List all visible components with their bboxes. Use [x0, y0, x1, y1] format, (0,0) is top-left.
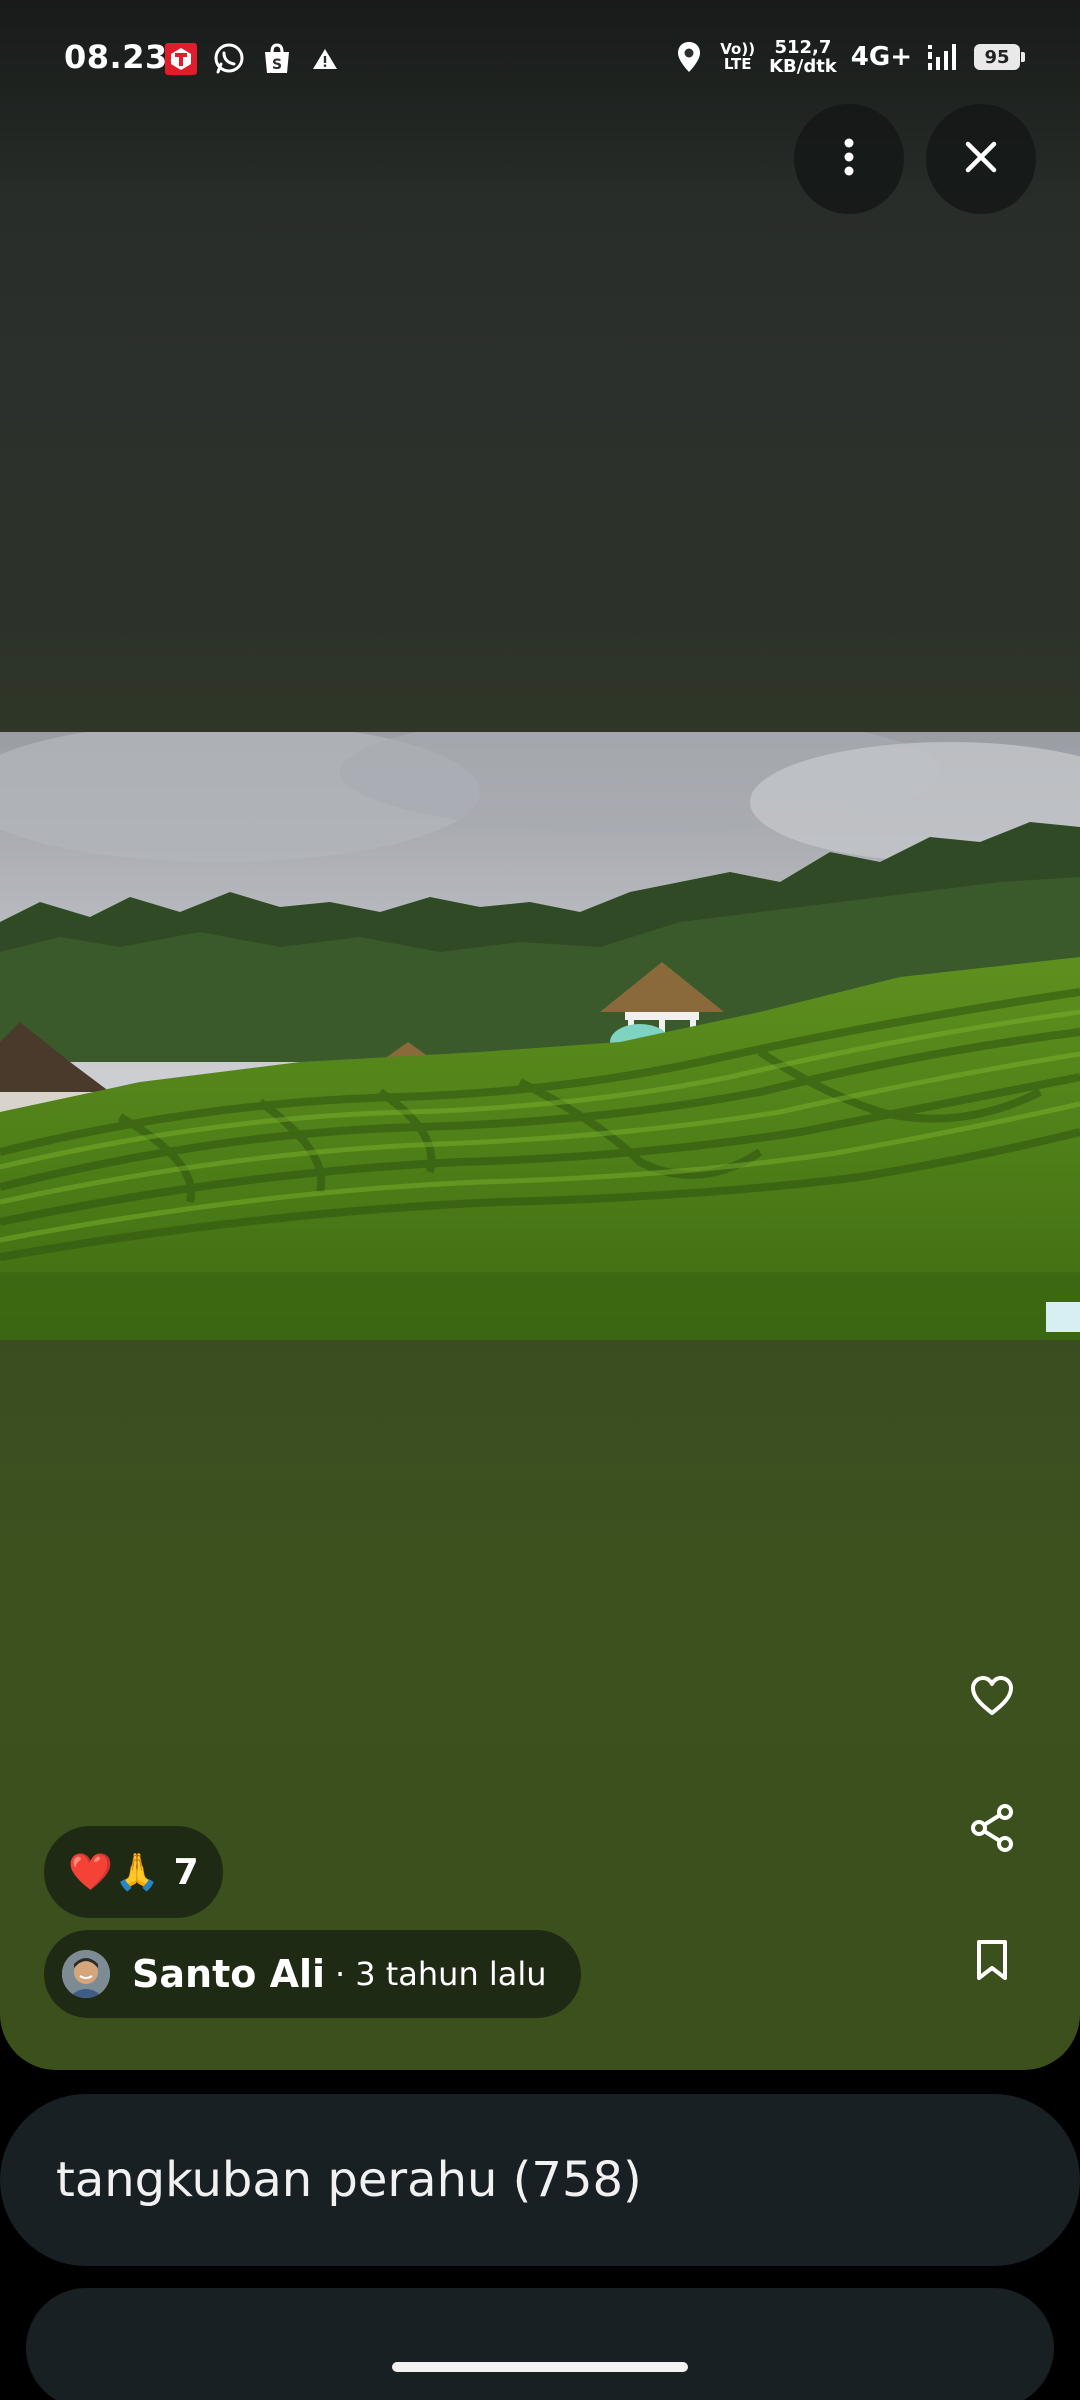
heart-outline-icon [969, 1675, 1015, 1721]
status-bar: 08.23 S Vo)) LTE 512,7 KB/dtk 4G+ 95 [0, 0, 1080, 120]
like-button[interactable] [956, 1662, 1028, 1734]
pray-emoji: 🙏 [114, 1852, 160, 1893]
shopee-icon: S [260, 42, 294, 76]
network-type: 4G+ [850, 42, 912, 72]
heart-emoji: ❤️ [68, 1852, 113, 1893]
reactions-pill[interactable]: ❤️ 🙏 7 [44, 1826, 223, 1918]
battery-level: 95 [984, 46, 1010, 68]
gesture-nav-handle[interactable] [392, 2362, 688, 2372]
signal-icon [926, 40, 960, 74]
post-time: 3 tahun lalu [355, 1955, 547, 1993]
next-album-card[interactable] [26, 2288, 1054, 2400]
share-icon [970, 1804, 1014, 1856]
reaction-count: 7 [173, 1851, 199, 1893]
network-speed-unit: KB/dtk [769, 56, 837, 77]
save-button[interactable] [956, 1926, 1028, 1998]
share-button[interactable] [956, 1794, 1028, 1866]
network-speed: 512,7 KB/dtk [769, 38, 837, 76]
battery-indicator: 95 [974, 44, 1025, 70]
warning-icon [308, 42, 342, 76]
author-separator: · [335, 1955, 346, 1993]
photo-viewer-screen: 08.23 S Vo)) LTE 512,7 KB/dtk 4G+ 95 ❤️ … [0, 0, 1080, 2400]
whatsapp-icon [212, 42, 246, 76]
network-speed-value: 512,7 [774, 37, 832, 58]
close-icon [964, 140, 998, 178]
more-vert-icon [843, 137, 855, 181]
more-options-button[interactable] [794, 104, 904, 214]
close-button[interactable] [926, 104, 1036, 214]
author-pill[interactable]: Santo Ali · 3 tahun lalu [44, 1930, 581, 2018]
album-card[interactable]: tangkuban perahu (758) [0, 2094, 1080, 2266]
status-time: 08.23 [64, 38, 168, 76]
location-icon [672, 40, 706, 74]
lte-label: LTE [723, 55, 752, 73]
notification-icons: S [164, 42, 342, 76]
photo-image[interactable] [0, 732, 1080, 1340]
album-title: tangkuban perahu (758) [56, 2152, 642, 2208]
telkomsel-app-icon [164, 42, 198, 76]
media-viewer[interactable]: 08.23 S Vo)) LTE 512,7 KB/dtk 4G+ 95 ❤️ … [0, 0, 1080, 2070]
bookmark-icon [975, 1939, 1009, 1985]
svg-text:S: S [272, 57, 282, 73]
avatar [62, 1950, 110, 1998]
reaction-emojis: ❤️ 🙏 [68, 1851, 160, 1893]
author-name: Santo Ali [132, 1952, 326, 1996]
system-status-icons: Vo)) LTE 512,7 KB/dtk 4G+ 95 [672, 38, 1025, 76]
volte-indicator: Vo)) LTE [720, 42, 755, 72]
